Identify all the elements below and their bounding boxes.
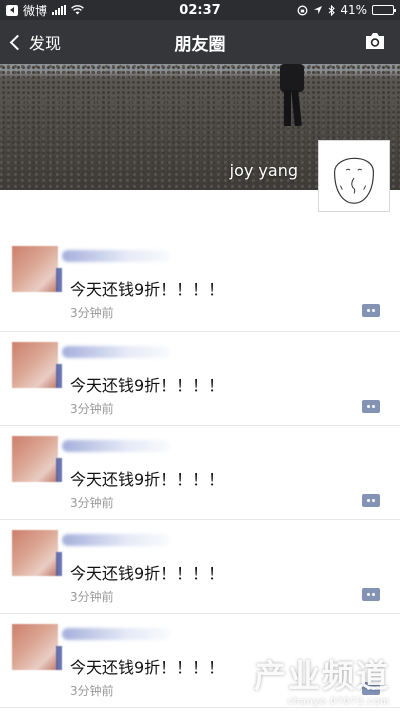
post-time: 3分钟前	[70, 306, 114, 320]
post-text: 今天还钱9折！！！！	[70, 564, 225, 583]
wifi-icon	[71, 5, 84, 15]
back-to-app-icon[interactable]	[6, 4, 18, 16]
post-time: 3分钟前	[70, 684, 114, 698]
comment-icon[interactable]	[362, 494, 380, 507]
chevron-left-icon	[9, 34, 26, 50]
post-author-blurred	[62, 440, 170, 452]
nav-bar: 发现 朋友圈	[0, 20, 400, 64]
post-item[interactable]: 今天还钱9折！！！！ 3分钟前	[0, 520, 400, 614]
face-sketch-icon	[334, 157, 374, 204]
post-avatar[interactable]	[12, 530, 62, 576]
comment-icon[interactable]	[362, 304, 380, 317]
battery-icon	[372, 5, 396, 15]
signal-icon	[52, 5, 67, 15]
watermark: 产业频道 chanye.07073.com	[254, 651, 390, 707]
location-icon	[314, 6, 323, 14]
post-time: 3分钟前	[70, 590, 114, 604]
watermark-url: chanye.07073.com	[287, 697, 390, 707]
post-avatar[interactable]	[12, 246, 62, 292]
post-author-blurred	[62, 250, 170, 262]
watermark-title: 产业频道	[253, 657, 390, 695]
rotation-lock-icon	[297, 5, 308, 15]
moments-feed: 今天还钱9折！！！！ 3分钟前 今天还钱9折！！！！ 3分钟前 今天还钱9折！！…	[0, 236, 400, 708]
page-title: 朋友圈	[174, 34, 226, 55]
post-item[interactable]: 今天还钱9折！！！！ 3分钟前	[0, 426, 400, 520]
back-to-app-label[interactable]: 微博	[23, 2, 47, 19]
status-bar: 微博 02:37 41%	[0, 0, 400, 20]
post-item[interactable]: 今天还钱9折！！！！ 3分钟前	[0, 332, 400, 426]
back-label: 发现	[29, 34, 62, 53]
post-author-blurred	[62, 628, 170, 640]
cover-person	[276, 64, 308, 130]
battery-percent: 41%	[340, 3, 367, 17]
post-text: 今天还钱9折！！！！	[70, 658, 225, 677]
post-avatar[interactable]	[12, 436, 62, 482]
comment-icon[interactable]	[362, 588, 380, 601]
post-item[interactable]: 今天还钱9折！！！！ 3分钟前	[0, 236, 400, 332]
post-text: 今天还钱9折！！！！	[70, 470, 225, 489]
post-avatar[interactable]	[12, 624, 62, 670]
profile-avatar[interactable]	[318, 140, 390, 212]
post-time: 3分钟前	[70, 496, 114, 510]
post-time: 3分钟前	[70, 402, 114, 416]
bluetooth-icon	[328, 4, 336, 16]
post-text: 今天还钱9折！！！！	[70, 280, 225, 299]
post-avatar[interactable]	[12, 342, 62, 388]
comment-icon[interactable]	[362, 400, 380, 413]
post-author-blurred	[62, 534, 170, 546]
camera-icon[interactable]	[364, 31, 386, 51]
profile-username[interactable]: joy yang	[230, 161, 298, 180]
post-author-blurred	[62, 346, 170, 358]
post-text: 今天还钱9折！！！！	[70, 376, 225, 395]
back-button[interactable]: 发现	[8, 20, 61, 64]
